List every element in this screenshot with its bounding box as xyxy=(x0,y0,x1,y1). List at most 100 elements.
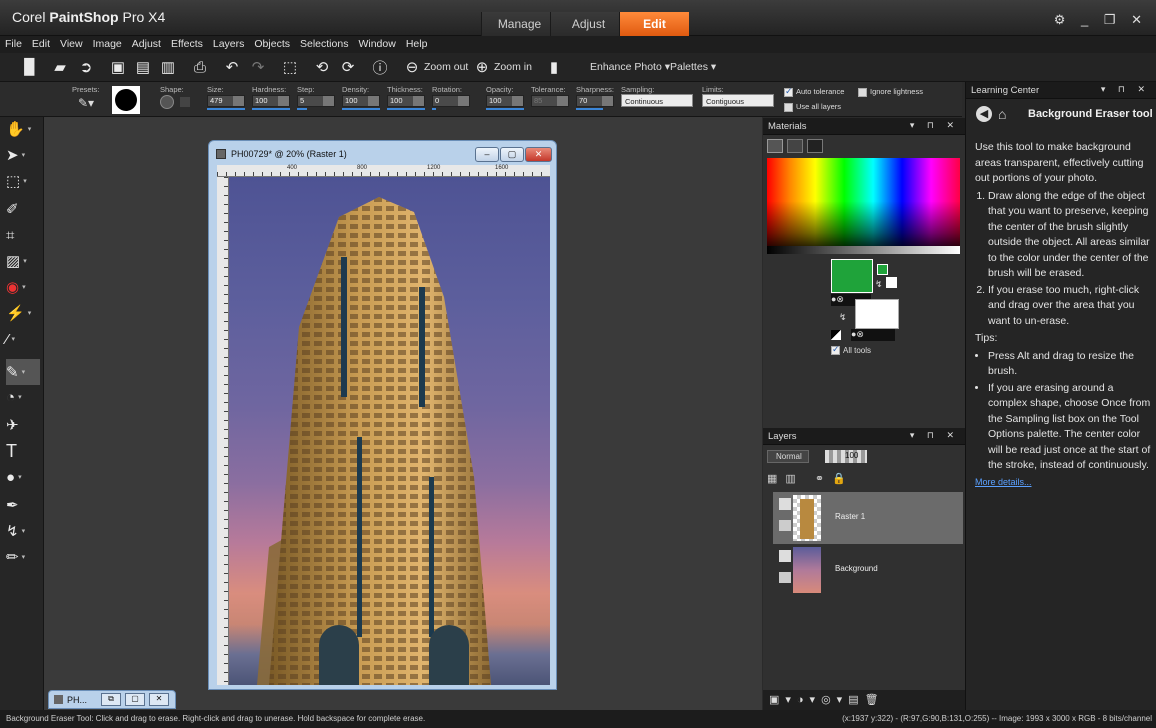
background-eraser-tool-icon[interactable]: ✎ ▾ xyxy=(6,359,40,385)
home-icon[interactable]: ⌂ xyxy=(998,106,1006,122)
blend-mode-select[interactable]: Normal xyxy=(767,450,809,463)
lighten-tool-icon[interactable]: ◔ ▾ xyxy=(6,385,40,409)
paste-icon[interactable]: ▮ xyxy=(544,58,564,76)
airbrush-tool-icon[interactable]: ✈ xyxy=(6,413,40,437)
maximize-button[interactable]: ▢ xyxy=(125,693,145,706)
warp-tool-icon[interactable]: ↯ ▾ xyxy=(6,519,40,543)
preset-shape-tool-icon[interactable]: ● ▾ xyxy=(6,465,40,489)
info-icon[interactable]: ⓘ xyxy=(370,58,390,77)
save-as-icon[interactable]: ▤ xyxy=(133,58,153,76)
zoom-out-button[interactable]: Zoom out xyxy=(424,61,468,73)
resize-icon[interactable]: ⬚ xyxy=(280,58,300,76)
maximize-button[interactable]: ▢ xyxy=(500,147,524,162)
thickness-slider[interactable] xyxy=(387,108,425,110)
opacity-slider[interactable] xyxy=(486,108,524,110)
density-slider[interactable] xyxy=(342,108,380,110)
red-eye-tool-icon[interactable]: ◉ ▾ xyxy=(6,275,40,299)
menu-adjust[interactable]: Adjust xyxy=(127,36,166,52)
panel-controls[interactable]: ▾ ⊓ ✕ xyxy=(910,120,959,131)
print-icon[interactable]: ⎙ xyxy=(190,58,210,76)
clone-tool-icon[interactable]: ⁄ ▾ xyxy=(6,327,40,351)
window-controls[interactable]: ⚙ _ ❐ ✕ xyxy=(1054,12,1148,28)
menu-help[interactable]: Help xyxy=(401,36,433,52)
menu-image[interactable]: Image xyxy=(88,36,127,52)
save-copy-icon[interactable]: ▥ xyxy=(158,58,178,76)
swap-colors-icon[interactable]: ↯ xyxy=(875,279,883,290)
undo-icon[interactable]: ↶ xyxy=(222,58,242,76)
zoom-in-button[interactable]: Zoom in xyxy=(494,61,532,73)
zoom-in-icon[interactable]: ⊕ xyxy=(472,58,492,76)
presets-dropdown[interactable]: ✎▾ xyxy=(78,96,94,110)
crop-tool-icon[interactable]: ⌗ xyxy=(6,223,40,247)
minimize-button[interactable]: – xyxy=(475,147,499,162)
grayscale-bar[interactable] xyxy=(767,246,960,254)
opacity-spinner[interactable]: 100 xyxy=(486,95,524,107)
all-tools-checkbox[interactable]: All tools xyxy=(831,344,871,356)
round-shape-button[interactable] xyxy=(160,95,174,109)
redo-icon[interactable]: ↷ xyxy=(248,58,268,76)
picture-tube-tool-icon[interactable]: ✏ ▾ xyxy=(6,545,40,569)
save-icon[interactable]: ▣ xyxy=(108,58,128,76)
layer-opacity-slider[interactable]: 100 xyxy=(825,450,867,463)
foreground-small-swatch[interactable] xyxy=(877,264,888,275)
density-spinner[interactable]: 100 xyxy=(342,95,380,107)
ignore-lightness-checkbox[interactable]: Ignore lightness xyxy=(858,87,923,97)
tab-manage[interactable]: Manage xyxy=(481,12,557,36)
open-icon[interactable]: ▰ xyxy=(50,58,70,76)
tab-edit[interactable]: Edit xyxy=(619,12,689,36)
frame-tab[interactable] xyxy=(767,139,783,153)
menu-layers[interactable]: Layers xyxy=(208,36,250,52)
color-spectrum[interactable] xyxy=(767,158,960,254)
menu-edit[interactable]: Edit xyxy=(27,36,55,52)
sampling-select[interactable]: Continuous xyxy=(621,94,693,107)
rotate-right-icon[interactable]: ⟳ xyxy=(338,58,358,76)
use-all-layers-checkbox[interactable]: Use all layers xyxy=(784,102,841,112)
sharpness-spinner[interactable]: 70 xyxy=(576,95,614,107)
layers-bottom-toolbar[interactable]: ▣▾◑▾◎▾▤🗑 xyxy=(763,690,965,710)
back-arrow-icon[interactable]: ◀ xyxy=(976,106,992,122)
layer-row-background[interactable]: Background xyxy=(773,544,963,596)
menu-effects[interactable]: Effects xyxy=(166,36,208,52)
sharpness-slider[interactable] xyxy=(576,108,603,110)
hardness-spinner[interactable]: 100 xyxy=(252,95,290,107)
limits-select[interactable]: Contiguous xyxy=(702,94,774,107)
makeover-tool-icon[interactable]: ⚡ ▾ xyxy=(6,301,40,325)
thickness-spinner[interactable]: 100 xyxy=(387,95,425,107)
menu-view[interactable]: View xyxy=(55,36,88,52)
foreground-color-swatch[interactable] xyxy=(831,259,873,293)
size-slider[interactable] xyxy=(207,108,245,110)
restore-button[interactable]: ⧉ xyxy=(101,693,121,706)
enhance-photo-menu[interactable]: Enhance Photo ▾ xyxy=(590,61,670,73)
minimized-document[interactable]: PH... ⧉ ▢ ✕ xyxy=(48,690,176,709)
selection-tool-icon[interactable]: ⬚ ▾ xyxy=(6,169,40,193)
square-shape-button[interactable] xyxy=(180,97,190,107)
image-window[interactable]: PH00729* @ 20% (Raster 1) – ▢ ✕ 400 800 … xyxy=(208,140,557,690)
rotation-spinner[interactable]: 0 xyxy=(432,95,470,107)
pick-tool-icon[interactable]: ➤ ▾ xyxy=(6,143,40,167)
browse-icon[interactable]: ➲ xyxy=(76,58,96,76)
background-small-swatch[interactable] xyxy=(886,277,897,288)
visibility-eye-icon[interactable] xyxy=(779,572,791,583)
hardness-slider[interactable] xyxy=(252,108,290,110)
menu-file[interactable]: File xyxy=(0,36,27,52)
dropper-tool-icon[interactable]: ✐ xyxy=(6,197,40,221)
pan-tool-icon[interactable]: ✋ ▾ xyxy=(6,117,40,141)
palettes-menu[interactable]: Palettes ▾ xyxy=(670,61,716,73)
rotate-left-icon[interactable]: ⟲ xyxy=(312,58,332,76)
rotation-slider[interactable] xyxy=(432,108,436,110)
image-canvas[interactable] xyxy=(229,177,550,685)
menu-objects[interactable]: Objects xyxy=(249,36,295,52)
panel-controls[interactable]: ▾ ⊓ ✕ xyxy=(1101,84,1150,95)
bg-texture-row[interactable]: ●⊗ xyxy=(851,329,895,341)
menu-window[interactable]: Window xyxy=(353,36,400,52)
swatches-tab[interactable] xyxy=(807,139,823,153)
zoom-out-icon[interactable]: ⊖ xyxy=(402,58,422,76)
reset-colors-icon[interactable] xyxy=(831,330,841,340)
close-button[interactable]: ✕ xyxy=(149,693,169,706)
step-spinner[interactable]: 5 xyxy=(297,95,335,107)
text-tool-icon[interactable]: T xyxy=(6,439,40,463)
straighten-tool-icon[interactable]: ▨ ▾ xyxy=(6,249,40,273)
menu-selections[interactable]: Selections xyxy=(295,36,353,52)
close-button[interactable]: ✕ xyxy=(525,147,552,162)
layer-toolbar-icons[interactable]: ▦▥ ⚭🔒 xyxy=(767,472,854,485)
